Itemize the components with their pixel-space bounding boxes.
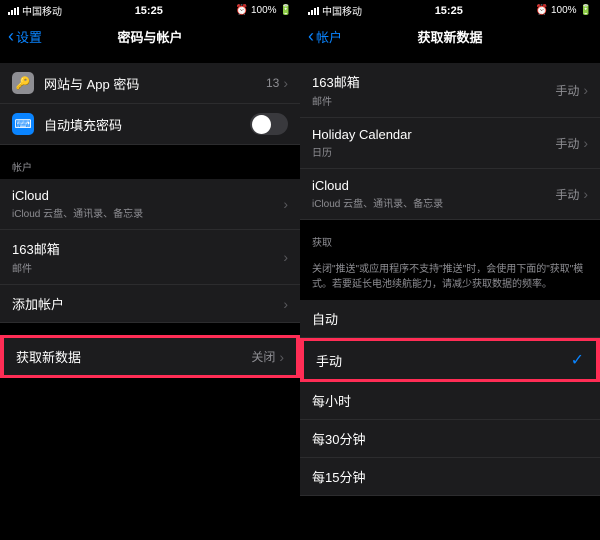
alarm-icon: ⏰ <box>536 5 548 16</box>
account-subtitle: iCloud 云盘、通讯录、备忘录 <box>12 205 283 220</box>
option-label: 每小时 <box>312 391 588 410</box>
account-title: iCloud <box>312 178 555 193</box>
time-label: 15:25 <box>435 5 463 17</box>
account-title: Holiday Calendar <box>312 127 555 142</box>
fetch-header: 获取 <box>300 220 600 254</box>
account-subtitle: 邮件 <box>312 93 555 108</box>
back-button[interactable]: ‹ 设置 <box>8 27 42 46</box>
chevron-right-icon: › <box>279 349 284 365</box>
autofill-icon: ⌨ <box>12 113 34 135</box>
row-value: 手动 <box>555 135 579 152</box>
page-title: 密码与帐户 <box>117 27 182 46</box>
battery-icon: 🔋 <box>280 5 292 16</box>
alarm-icon: ⏰ <box>236 5 248 16</box>
nav-bar: ‹ 设置 密码与帐户 <box>0 21 300 51</box>
screen-fetch-new-data: 中国移动 15:25 ⏰ 100% 🔋 ‹ 帐户 获取新数据 163邮箱 邮件 … <box>300 0 600 540</box>
option-label: 自动 <box>312 309 588 328</box>
row-account-163[interactable]: 163邮箱 邮件 手动 › <box>300 63 600 118</box>
status-bar: 中国移动 15:25 ⏰ 100% 🔋 <box>0 0 300 21</box>
row-account-icloud[interactable]: iCloud iCloud 云盘、通讯录、备忘录 › <box>0 179 300 230</box>
option-auto[interactable]: 自动 <box>300 300 600 338</box>
row-label: 自动填充密码 <box>44 115 250 134</box>
option-label: 每30分钟 <box>312 429 588 448</box>
row-account-holiday[interactable]: Holiday Calendar 日历 手动 › <box>300 118 600 169</box>
chevron-right-icon: › <box>283 75 288 91</box>
time-label: 15:25 <box>135 5 163 17</box>
row-account-icloud[interactable]: iCloud iCloud 云盘、通讯录、备忘录 手动 › <box>300 169 600 220</box>
signal-icon <box>8 7 19 15</box>
chevron-right-icon: › <box>283 196 288 212</box>
account-subtitle: iCloud 云盘、通讯录、备忘录 <box>312 195 555 210</box>
nav-bar: ‹ 帐户 获取新数据 <box>300 21 600 51</box>
row-value: 关闭 <box>251 348 275 365</box>
toggle-knob <box>252 115 271 134</box>
row-value: 13 <box>266 76 279 90</box>
account-title: 163邮箱 <box>312 72 555 91</box>
account-subtitle: 日历 <box>312 144 555 159</box>
row-label: 添加帐户 <box>12 294 283 313</box>
row-account-163[interactable]: 163邮箱 邮件 › <box>0 230 300 285</box>
chevron-right-icon: › <box>583 135 588 151</box>
battery-label: 100% <box>251 5 277 16</box>
chevron-left-icon: ‹ <box>8 27 14 45</box>
row-label: 获取新数据 <box>16 347 251 366</box>
battery-label: 100% <box>551 5 577 16</box>
back-label: 帐户 <box>316 27 342 46</box>
screen-passwords-accounts: 中国移动 15:25 ⏰ 100% 🔋 ‹ 设置 密码与帐户 🔑 网站与 App… <box>0 0 300 540</box>
option-label: 手动 <box>316 351 571 370</box>
row-label: 网站与 App 密码 <box>44 74 266 93</box>
option-hourly[interactable]: 每小时 <box>300 382 600 420</box>
account-title: iCloud <box>12 188 283 203</box>
option-30min[interactable]: 每30分钟 <box>300 420 600 458</box>
chevron-left-icon: ‹ <box>308 27 314 45</box>
row-fetch-new-data[interactable]: 获取新数据 关闭 › <box>0 335 300 378</box>
carrier-label: 中国移动 <box>22 3 62 18</box>
row-value: 手动 <box>555 82 579 99</box>
carrier-label: 中国移动 <box>322 3 362 18</box>
account-title: 163邮箱 <box>12 239 283 258</box>
chevron-right-icon: › <box>283 249 288 265</box>
accounts-header: 帐户 <box>0 145 300 179</box>
autofill-toggle[interactable] <box>250 113 288 135</box>
row-value: 手动 <box>555 186 579 203</box>
check-icon: ✓ <box>571 350 584 370</box>
key-icon: 🔑 <box>12 72 34 94</box>
back-button[interactable]: ‹ 帐户 <box>308 27 342 46</box>
chevron-right-icon: › <box>583 82 588 98</box>
option-15min[interactable]: 每15分钟 <box>300 458 600 496</box>
fetch-note: 关闭"推送"或应用程序不支持"推送"时，会使用下面的"获取"模式。若要延长电池续… <box>300 254 600 300</box>
row-autofill-passwords[interactable]: ⌨ 自动填充密码 <box>0 104 300 145</box>
chevron-right-icon: › <box>283 296 288 312</box>
row-web-app-passwords[interactable]: 🔑 网站与 App 密码 13 › <box>0 63 300 104</box>
chevron-right-icon: › <box>583 186 588 202</box>
page-title: 获取新数据 <box>417 27 482 46</box>
signal-icon <box>308 7 319 15</box>
option-manual[interactable]: 手动 ✓ <box>300 338 600 382</box>
back-label: 设置 <box>16 27 42 46</box>
row-add-account[interactable]: 添加帐户 › <box>0 285 300 323</box>
status-bar: 中国移动 15:25 ⏰ 100% 🔋 <box>300 0 600 21</box>
account-subtitle: 邮件 <box>12 260 283 275</box>
option-label: 每15分钟 <box>312 467 588 486</box>
battery-icon: 🔋 <box>580 5 592 16</box>
